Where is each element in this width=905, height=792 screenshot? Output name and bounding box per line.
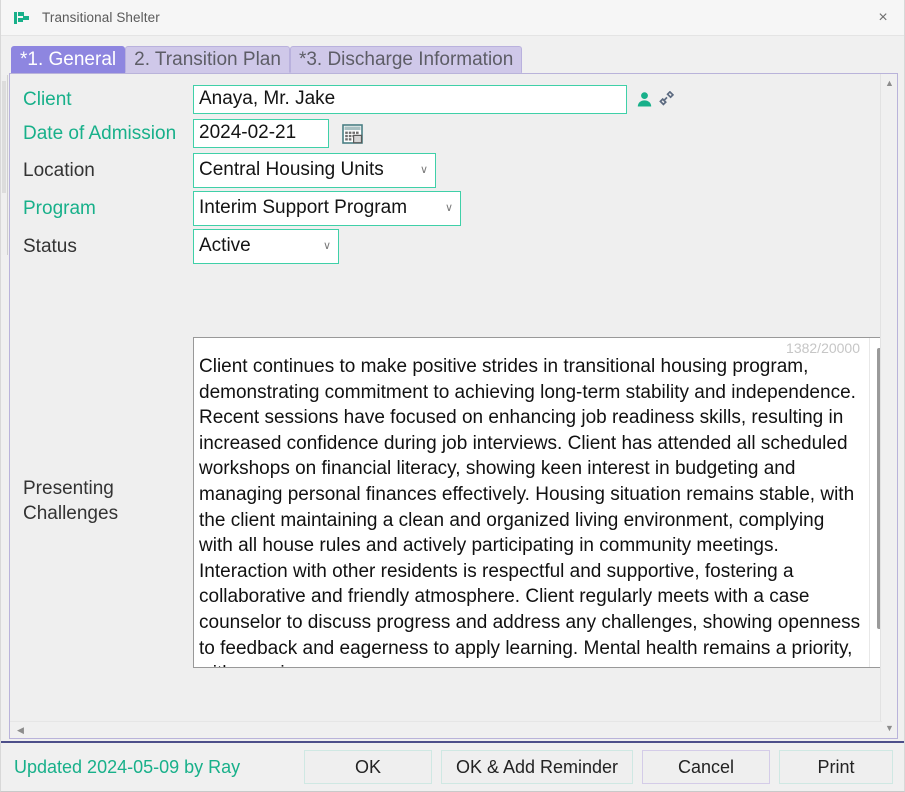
link-icon[interactable] — [657, 90, 675, 108]
program-select[interactable]: Interim Support Program ∨ — [193, 191, 461, 226]
date-of-admission-input[interactable]: 2024-02-21 — [193, 119, 329, 148]
status-label: Status — [23, 236, 77, 257]
location-select[interactable]: Central Housing Units ∨ — [193, 153, 436, 188]
ok-add-reminder-button[interactable]: OK & Add Reminder — [441, 750, 633, 784]
field-row-location: Location Central Housing Units ∨ — [23, 153, 436, 188]
program-label: Program — [23, 198, 96, 219]
status-select[interactable]: Active ∨ — [193, 229, 339, 264]
client-field-icons — [636, 90, 675, 108]
chevron-down-icon: ∨ — [419, 163, 428, 176]
person-icon[interactable] — [636, 91, 653, 108]
window-title: Transitional Shelter — [42, 10, 160, 25]
panel-horizontal-scrollbar[interactable]: ◀ — [10, 721, 882, 738]
left-edge-scrollbar[interactable] — [1, 75, 8, 255]
character-counter: 1382/20000 — [786, 340, 860, 356]
dialog-window: Transitional Shelter × *1. General 2. Tr… — [0, 0, 905, 792]
status-select-value: Active — [199, 235, 251, 256]
location-select-value: Central Housing Units — [199, 159, 384, 180]
chevron-down-icon: ∨ — [444, 201, 453, 214]
left-edge-scrollbar-thumb[interactable] — [2, 81, 6, 193]
ok-button[interactable]: OK — [304, 750, 432, 784]
flag-icon — [14, 10, 30, 26]
tab-transition-plan[interactable]: 2. Transition Plan — [125, 46, 290, 73]
tab-discharge-information[interactable]: *3. Discharge Information — [289, 46, 523, 73]
close-icon[interactable]: × — [860, 0, 904, 36]
field-row-status: Status Active ∨ — [23, 229, 339, 264]
client-input[interactable]: Anaya, Mr. Jake — [193, 85, 627, 114]
calendar-icon[interactable] — [342, 123, 363, 144]
panel-vertical-scrollbar[interactable]: ▲ ▼ — [880, 74, 897, 738]
tab-bar: *1. General 2. Transition Plan *3. Disch… — [11, 43, 523, 73]
dialog-footer: Updated 2024-05-09 by Ray OK OK & Add Re… — [1, 741, 904, 791]
print-button[interactable]: Print — [779, 750, 893, 784]
title-bar: Transitional Shelter × — [1, 0, 904, 36]
presenting-challenges-textarea[interactable]: Client continues to make positive stride… — [194, 338, 870, 667]
chevron-down-icon: ∨ — [322, 239, 331, 252]
scroll-up-icon[interactable]: ▲ — [881, 75, 898, 92]
scroll-left-icon[interactable]: ◀ — [12, 722, 29, 738]
scroll-down-icon[interactable]: ▼ — [881, 720, 898, 737]
presenting-challenges-field: 1382/20000 Client continues to make posi… — [193, 337, 891, 668]
updated-status-text: Updated 2024-05-09 by Ray — [14, 756, 241, 777]
date-of-admission-label: Date of Admission — [23, 123, 177, 144]
location-label: Location — [23, 160, 95, 181]
cancel-button[interactable]: Cancel — [642, 750, 770, 784]
client-label: Client — [23, 89, 72, 110]
tab-general[interactable]: *1. General — [11, 46, 126, 73]
field-row-client: Client Anaya, Mr. Jake — [23, 85, 675, 114]
presenting-challenges-label: Presenting Challenges — [23, 478, 119, 524]
field-row-date-of-admission: Date of Admission 2024-02-21 — [23, 119, 363, 148]
program-select-value: Interim Support Program — [199, 197, 408, 218]
form-panel: Client Anaya, Mr. Jake Date of Admission… — [9, 73, 898, 739]
field-row-program: Program Interim Support Program ∨ — [23, 191, 461, 226]
